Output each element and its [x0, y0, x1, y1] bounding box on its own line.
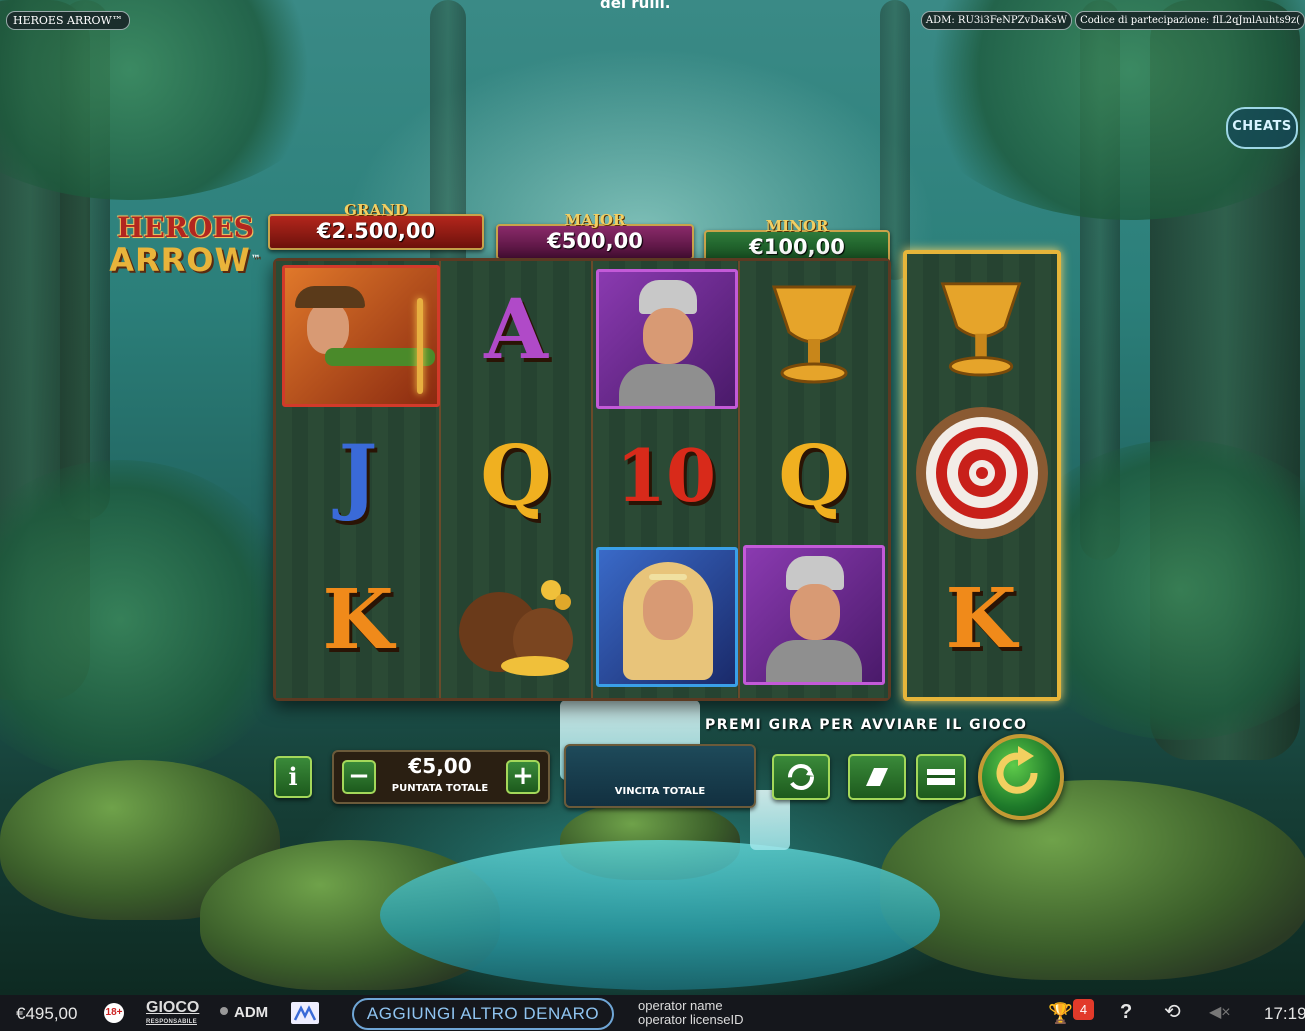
- chalice-icon: [940, 282, 1022, 377]
- archer-hat-icon: [295, 286, 365, 308]
- symbol-knight: [743, 545, 885, 685]
- spin-arrow-icon: [996, 746, 1038, 794]
- spin-prompt: PREMI GIRA PER AVVIARE IL GIOCO: [705, 717, 1028, 733]
- stream: [380, 840, 940, 990]
- add-money-button[interactable]: AGGIUNGI ALTRO DENARO: [352, 998, 614, 1030]
- tiara-icon: [649, 574, 687, 580]
- jackpot-major-value: €500,00: [547, 229, 643, 253]
- gioco-sub-label: RESPONSABILE: [146, 1019, 197, 1025]
- tree-trunk: [430, 0, 466, 300]
- reel-grid: A J Q 10 Q K: [273, 258, 891, 701]
- symbol-chalice: [744, 263, 884, 401]
- logo-line-1: HEROES: [116, 211, 255, 244]
- money-bags-icon: [459, 580, 573, 676]
- logo-line-2: ARROW™: [109, 241, 262, 279]
- mute-icon[interactable]: ◀×: [1209, 1002, 1231, 1022]
- target-icon: [916, 407, 1048, 539]
- gioco-responsabile-link[interactable]: GIOCO RESPONSABILE: [146, 999, 200, 1029]
- chainmail: [619, 364, 715, 406]
- clock: 17:19: [1264, 1004, 1305, 1023]
- jackpot-grand-value: €2.500,00: [316, 219, 436, 243]
- symbol-K: K: [288, 551, 428, 689]
- total-win-panel: VINCITA TOTALE: [564, 744, 756, 808]
- settings-button[interactable]: [916, 754, 966, 800]
- symbol-J: J: [288, 407, 428, 545]
- symbol-Q: Q: [744, 407, 884, 545]
- adm-code: ADM: RU3i3FeNPZvDaKsW: [920, 11, 1073, 30]
- autoplay-icon: [788, 764, 814, 790]
- symbol-K-letter: K: [322, 572, 394, 668]
- knight-face: [790, 584, 840, 640]
- mossy-rock: [880, 780, 1305, 980]
- jackpot-major: MAJOR €500,00: [496, 211, 694, 260]
- bet-settings-icon: [927, 769, 955, 785]
- symbol-10: 10: [596, 407, 736, 545]
- session-info: ADM: RU3i3FeNPZvDaKsW Codice di partecip…: [920, 11, 1305, 30]
- operator-license: operator licenseID: [638, 1012, 744, 1027]
- symbol-target: [907, 404, 1057, 542]
- history-icon[interactable]: ⟲: [1164, 999, 1181, 1024]
- symbol-archer: [282, 265, 440, 407]
- jackpot-grand: GRAND €2.500,00: [268, 201, 484, 250]
- symbol-J-letter: J: [338, 428, 378, 524]
- stake-label: PUNTATA TOTALE: [391, 783, 489, 794]
- operator-name: operator name: [638, 998, 723, 1013]
- symbol-money-bags: [446, 551, 586, 689]
- operator-info: operator name operator licenseID: [638, 999, 744, 1027]
- symbol-Q-letter: Q: [778, 428, 850, 524]
- symbol-chalice: [911, 258, 1051, 396]
- cheats-button[interactable]: CHEATS: [1226, 107, 1298, 149]
- autoplay-button[interactable]: [772, 754, 830, 800]
- symbol-Q-letter: Q: [480, 428, 552, 524]
- bonus-reel: K: [903, 250, 1061, 701]
- gioco-label: GIOCO: [146, 999, 200, 1016]
- turbo-button[interactable]: [848, 754, 906, 800]
- game-logo: HEROES ARROW™: [108, 213, 263, 283]
- stake-value: €5,00: [408, 754, 472, 778]
- symbol-10-letter: 10: [615, 433, 717, 518]
- symbol-knight: [596, 269, 738, 409]
- balance: €495,00: [16, 1004, 78, 1023]
- archer-face: [307, 302, 349, 354]
- age-restriction-icon: 18+: [104, 1003, 124, 1023]
- chalice-icon: [771, 285, 857, 384]
- participation-code: Codice di partecipazione: flL2qJmlAuhts9…: [1075, 11, 1305, 30]
- notification-badge: 4: [1073, 999, 1094, 1020]
- symbol-K: K: [911, 550, 1051, 688]
- regulator-logo-icon: [291, 1002, 319, 1024]
- jackpot-minor-name: MINOR: [765, 217, 829, 235]
- symbol-Q: Q: [446, 407, 586, 545]
- help-button[interactable]: ?: [1120, 1001, 1132, 1024]
- game-title-tag: HEROES ARROW™: [6, 11, 130, 30]
- adm-logo: ADM: [220, 1004, 268, 1021]
- chainmail: [766, 640, 862, 682]
- footer-bar: €495,00 18+ GIOCO RESPONSABILE ADM AGGIUN…: [0, 995, 1305, 1031]
- bow-icon: [417, 298, 423, 394]
- symbol-lady: [596, 547, 738, 687]
- increase-stake-button[interactable]: +: [506, 760, 540, 794]
- foliage: [0, 460, 300, 780]
- foliage: [0, 0, 340, 200]
- decrease-stake-button[interactable]: −: [342, 760, 376, 794]
- spin-button[interactable]: [978, 734, 1064, 820]
- symbol-A: A: [446, 261, 586, 399]
- jackpot-grand-name: GRAND: [344, 201, 408, 219]
- turbo-icon: [866, 768, 888, 786]
- stake-panel: − €5,00 PUNTATA TOTALE +: [332, 750, 550, 804]
- symbol-K-letter: K: [945, 571, 1017, 667]
- symbol-A-letter: A: [484, 282, 548, 378]
- total-win-label: VINCITA TOTALE: [614, 786, 706, 797]
- trophy-icon[interactable]: 🏆: [1048, 1001, 1073, 1026]
- knight-face: [643, 308, 693, 364]
- lady-face: [643, 580, 693, 640]
- top-message: del rulli.: [600, 0, 671, 12]
- info-button[interactable]: i: [274, 756, 312, 798]
- trademark-icon: ™: [250, 254, 262, 265]
- jackpot-major-name: MAJOR: [564, 211, 626, 229]
